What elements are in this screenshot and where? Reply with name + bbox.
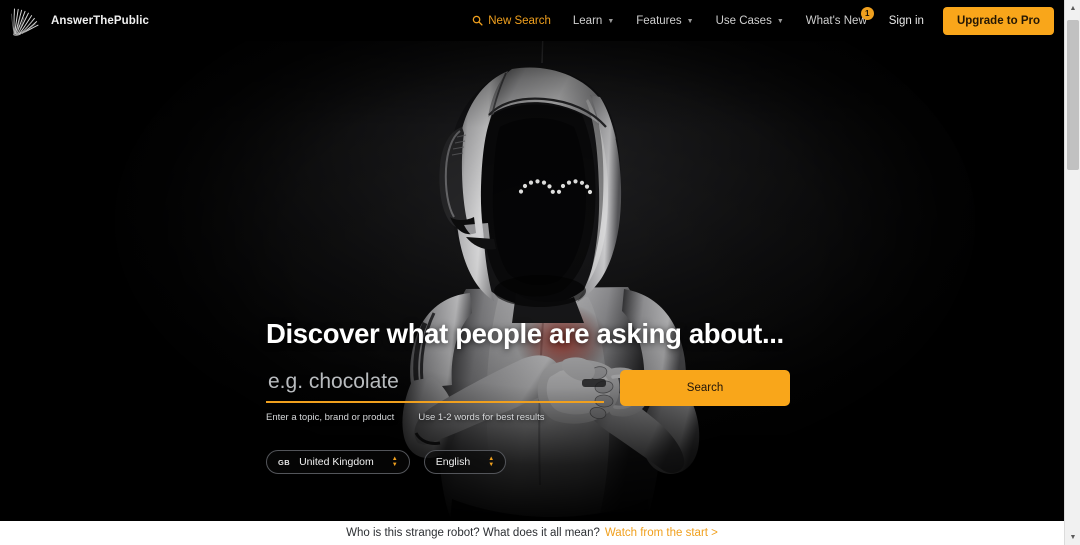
- nav-item-whats-new[interactable]: What's New 1: [795, 0, 878, 41]
- country-select[interactable]: GB United Kingdom ▲ ▼: [266, 450, 410, 474]
- search-hints: Enter a topic, brand or product Use 1-2 …: [266, 412, 604, 423]
- country-flag-icon: GB: [278, 457, 291, 467]
- language-select-value: English: [435, 456, 471, 468]
- watch-from-start-link[interactable]: Watch from the start >: [605, 527, 718, 539]
- upgrade-to-pro-button[interactable]: Upgrade to Pro: [942, 6, 1054, 35]
- notice-text: Who is this strange robot? What does it …: [346, 527, 600, 539]
- chevron-down-icon: ▼: [776, 18, 784, 25]
- brand-logo[interactable]: AnswerThePublic: [8, 5, 149, 37]
- search-hint-topic: Enter a topic, brand or product: [266, 412, 395, 423]
- nav-label: Features: [636, 14, 682, 27]
- nav-item-use-cases[interactable]: Use Cases ▼: [705, 0, 795, 41]
- nav-label: What's New: [805, 14, 867, 27]
- search-button[interactable]: Search: [620, 370, 790, 406]
- sign-in-label: Sign in: [888, 14, 924, 27]
- bottom-notice-bar: Who is this strange robot? What does it …: [0, 521, 1064, 545]
- search-input[interactable]: [266, 368, 604, 403]
- locale-selectors: GB United Kingdom ▲ ▼ English ▲ ▼: [266, 450, 826, 474]
- search-row: Enter a topic, brand or product Use 1-2 …: [266, 368, 826, 423]
- hero-section: Discover what people are asking about...…: [0, 41, 1064, 521]
- country-select-value: United Kingdom: [299, 456, 374, 468]
- chevron-down-icon: ▼: [607, 18, 615, 25]
- nav-item-learn[interactable]: Learn ▼: [562, 0, 625, 41]
- document-viewport: AnswerThePublic New Search Learn ▼ Featu…: [0, 0, 1064, 545]
- nav-label: Learn: [572, 14, 603, 27]
- brand-name: AnswerThePublic: [51, 14, 149, 27]
- chevron-down-icon: ▼: [686, 18, 694, 25]
- vertical-scrollbar[interactable]: ▲ ▼: [1064, 0, 1080, 545]
- search-field-group: Enter a topic, brand or product Use 1-2 …: [266, 368, 604, 423]
- chevron-updown-icon: ▲ ▼: [391, 455, 398, 468]
- search-icon: [472, 15, 483, 26]
- nav-label: Use Cases: [715, 14, 772, 27]
- nav-item-features[interactable]: Features ▼: [625, 0, 704, 41]
- hero-content: Discover what people are asking about...…: [266, 318, 826, 521]
- notification-badge: 1: [860, 7, 874, 20]
- scroll-down-arrow-icon[interactable]: ▼: [1065, 529, 1080, 545]
- page-title: Discover what people are asking about...: [266, 318, 784, 349]
- scrollbar-thumb[interactable]: [1067, 20, 1079, 170]
- nav-label: New Search: [488, 14, 551, 27]
- main-navigation: New Search Learn ▼ Features ▼ Use Cases …: [461, 0, 1054, 41]
- fan-burst-logo-icon: [11, 8, 39, 36]
- site-header: AnswerThePublic New Search Learn ▼ Featu…: [0, 0, 1064, 41]
- search-hint-words: Use 1-2 words for best results: [418, 412, 545, 423]
- scroll-up-arrow-icon[interactable]: ▲: [1065, 0, 1080, 16]
- sign-in-link[interactable]: Sign in: [878, 0, 937, 41]
- language-select[interactable]: English ▲ ▼: [423, 450, 507, 474]
- nav-item-new-search[interactable]: New Search: [461, 0, 562, 41]
- page-root: AnswerThePublic New Search Learn ▼ Featu…: [0, 0, 1080, 545]
- chevron-updown-icon: ▲ ▼: [488, 455, 495, 468]
